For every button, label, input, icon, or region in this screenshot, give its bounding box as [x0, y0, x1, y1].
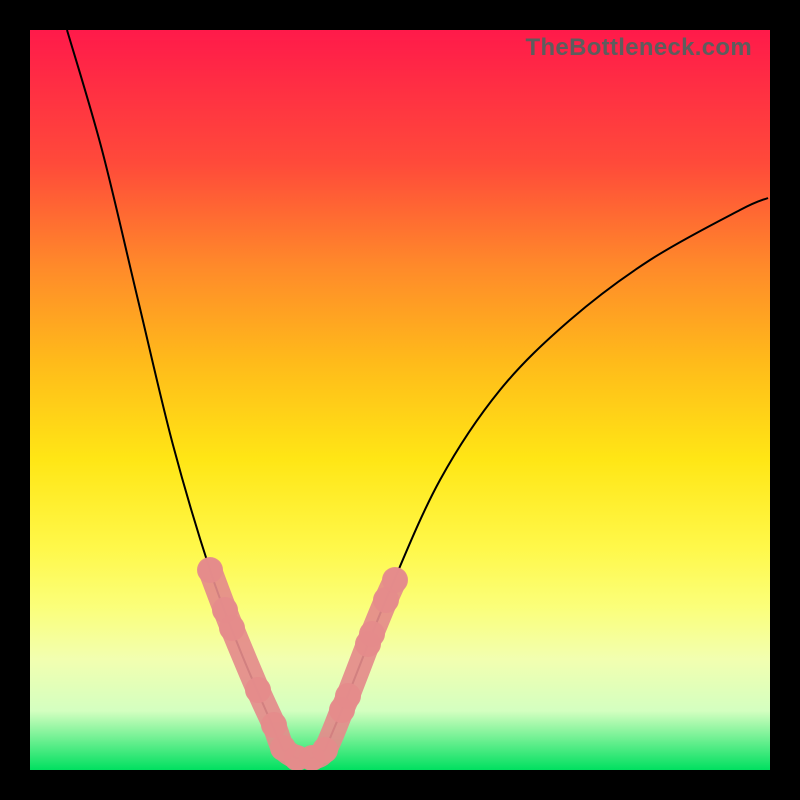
- marker-dots-left: [197, 557, 310, 770]
- marker-band-right: [312, 580, 395, 758]
- marker-dots-right: [299, 567, 408, 770]
- marker-dot: [212, 597, 238, 623]
- marker-dot: [261, 712, 287, 738]
- marker-band-left: [210, 570, 297, 758]
- marker-dot: [373, 587, 399, 613]
- marker-dot: [299, 745, 325, 770]
- marker-dot: [312, 737, 338, 763]
- watermark-label: TheBottleneck.com: [526, 34, 752, 62]
- chart-frame: TheBottleneck.com: [0, 0, 800, 800]
- curve-layer: [30, 30, 770, 770]
- marker-dot: [270, 735, 296, 761]
- bottleneck-valley-floor: [283, 750, 325, 759]
- marker-dot: [197, 557, 223, 583]
- marker-dot: [245, 677, 271, 703]
- marker-dot: [284, 745, 310, 770]
- marker-dot: [329, 697, 355, 723]
- plot-area: TheBottleneck.com: [30, 30, 770, 770]
- marker-dot: [355, 631, 381, 657]
- marker-dot: [359, 621, 385, 647]
- bottleneck-curve-right: [325, 198, 768, 750]
- bottleneck-curve-left: [67, 30, 283, 750]
- marker-dot: [382, 567, 408, 593]
- marker-dot: [219, 615, 245, 641]
- marker-dot: [335, 683, 361, 709]
